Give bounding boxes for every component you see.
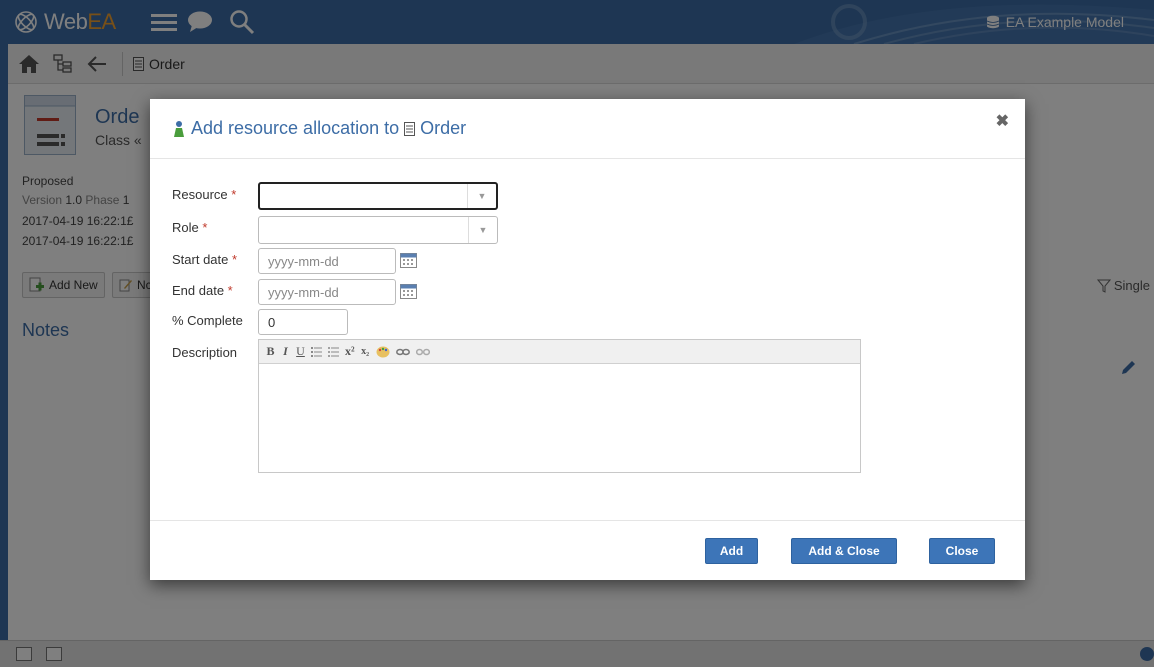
description-text-area[interactable] — [259, 364, 860, 472]
description-label: Description — [172, 345, 238, 360]
chevron-down-icon: ▼ — [468, 217, 497, 243]
start-date-label: Start date * — [172, 252, 238, 267]
color-palette-icon[interactable] — [376, 344, 390, 360]
calendar-icon[interactable] — [400, 282, 417, 299]
class-icon — [404, 121, 416, 136]
end-date-input[interactable] — [258, 279, 396, 305]
ordered-list-icon[interactable] — [311, 344, 322, 360]
role-label: Role * — [172, 220, 208, 235]
calendar-icon[interactable] — [400, 251, 417, 268]
description-editor: B I U x² x₂ — [258, 339, 861, 473]
role-select[interactable]: ▼ — [258, 216, 498, 244]
link-icon[interactable] — [395, 344, 410, 360]
add-resource-allocation-dialog: Add resource allocation to Order ✖ Resou… — [150, 99, 1025, 580]
percent-complete-input[interactable] — [258, 309, 348, 335]
superscript-button[interactable]: x² — [345, 344, 355, 360]
resource-select[interactable]: ▼ — [258, 182, 498, 210]
editor-toolbar: B I U x² x₂ — [259, 340, 860, 364]
italic-button[interactable]: I — [281, 344, 290, 360]
chevron-down-icon: ▼ — [467, 184, 496, 208]
dialog-footer: Add Add & Close Close — [150, 520, 1025, 580]
end-date-label: End date * — [172, 283, 233, 298]
add-and-close-button[interactable]: Add & Close — [791, 538, 897, 564]
percent-complete-label: % Complete — [172, 313, 243, 328]
resource-allocation-icon — [174, 120, 184, 137]
dialog-title: Add resource allocation to Order — [172, 118, 466, 139]
close-icon[interactable]: ✖ — [996, 111, 1009, 131]
start-date-input[interactable] — [258, 248, 396, 274]
subscript-button[interactable]: x₂ — [361, 344, 370, 360]
unordered-list-icon[interactable] — [328, 344, 339, 360]
add-button[interactable]: Add — [705, 538, 758, 564]
bold-button[interactable]: B — [266, 344, 275, 360]
close-button[interactable]: Close — [929, 538, 995, 564]
dialog-header: Add resource allocation to Order ✖ — [150, 99, 1025, 159]
underline-button[interactable]: U — [296, 344, 305, 360]
unlink-icon[interactable] — [415, 344, 430, 360]
resource-label: Resource * — [172, 187, 237, 202]
